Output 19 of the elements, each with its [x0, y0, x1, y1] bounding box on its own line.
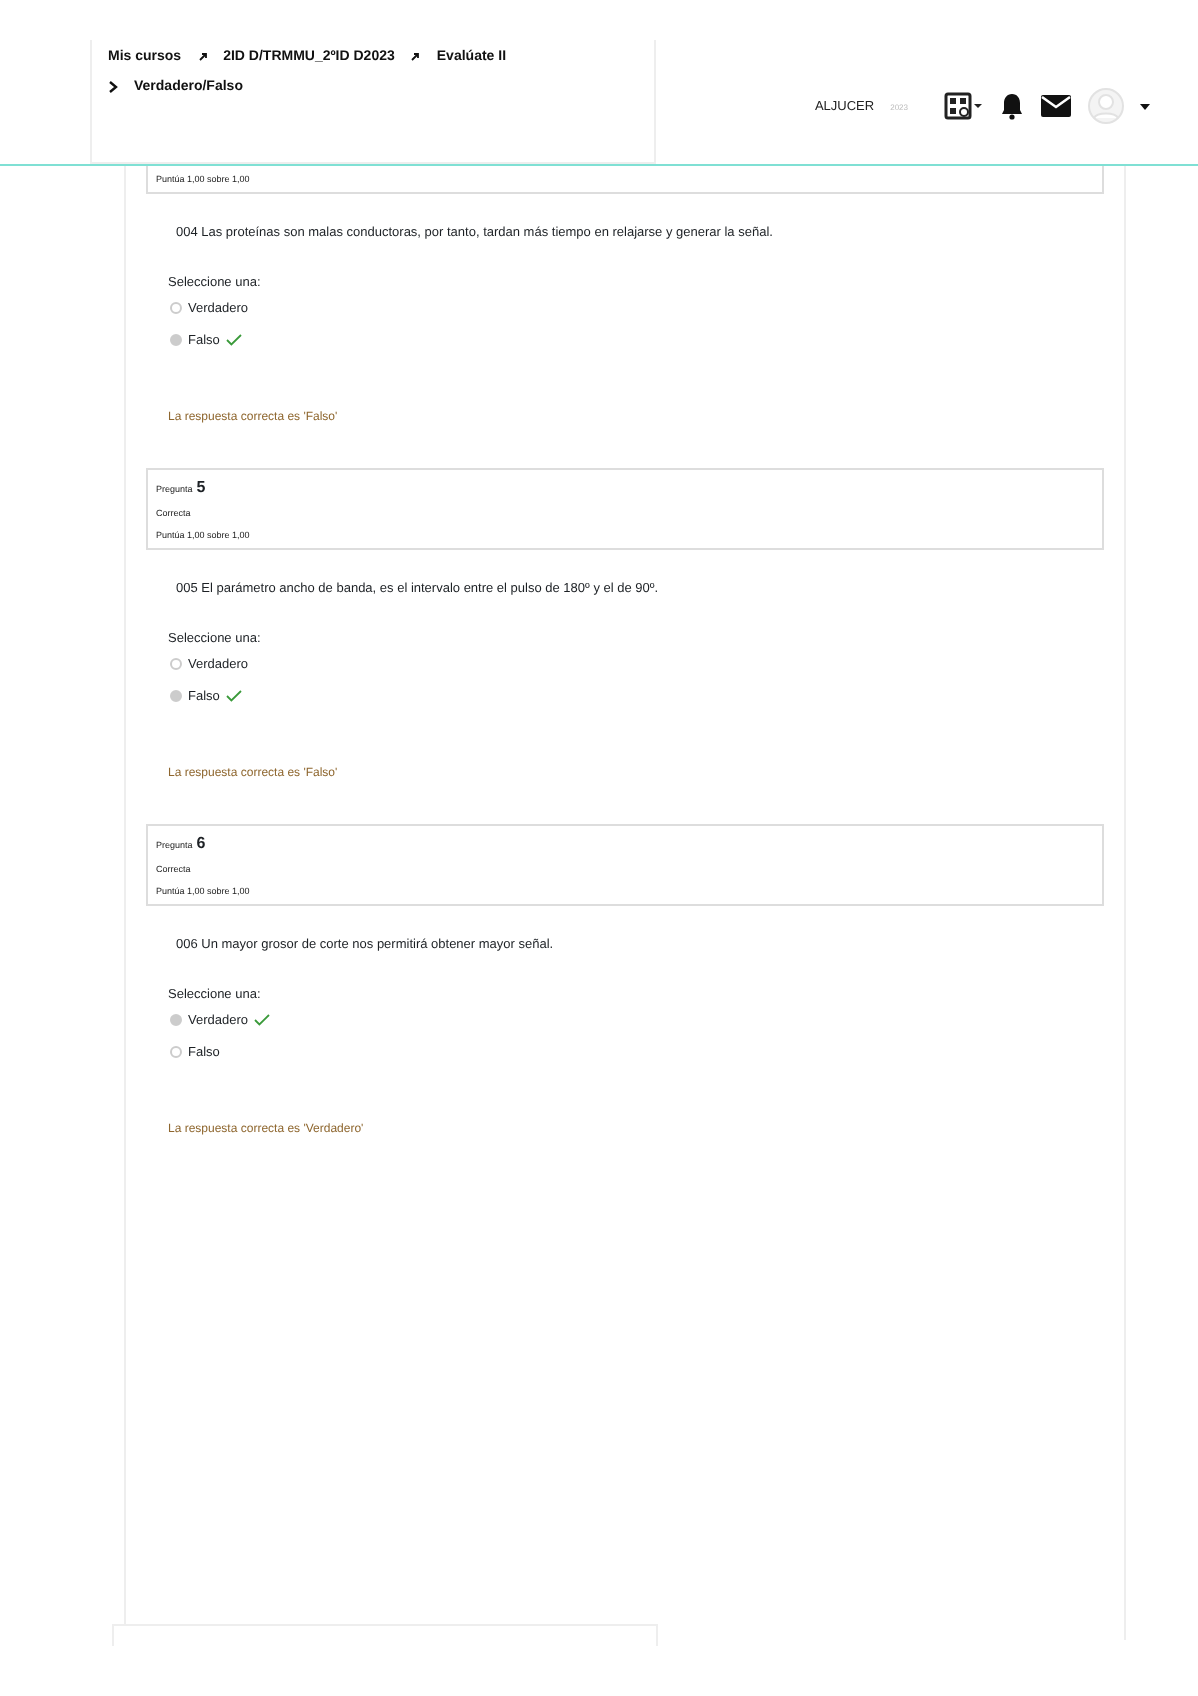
- radio-button[interactable]: [170, 658, 182, 670]
- check-icon: [225, 334, 242, 346]
- question-number: 6: [196, 834, 206, 852]
- bell-icon[interactable]: [1000, 92, 1024, 120]
- check-icon: [225, 690, 242, 702]
- chevron-icon: [108, 80, 118, 94]
- avatar-icon[interactable]: [1088, 88, 1124, 124]
- caret-icon[interactable]: [1140, 103, 1150, 109]
- radio-button[interactable]: [170, 690, 182, 702]
- arrow-icon: [197, 52, 208, 62]
- mail-icon[interactable]: [1040, 94, 1072, 118]
- grid-dropdown-icon[interactable]: [944, 92, 984, 120]
- radio-button[interactable]: [170, 302, 182, 314]
- radio-button[interactable]: [170, 334, 182, 346]
- check-icon: [254, 1014, 270, 1026]
- radio-button[interactable]: [170, 1014, 182, 1026]
- arrow-icon: [410, 52, 421, 62]
- question-number: 5: [196, 478, 206, 496]
- radio-button[interactable]: [170, 1046, 182, 1058]
